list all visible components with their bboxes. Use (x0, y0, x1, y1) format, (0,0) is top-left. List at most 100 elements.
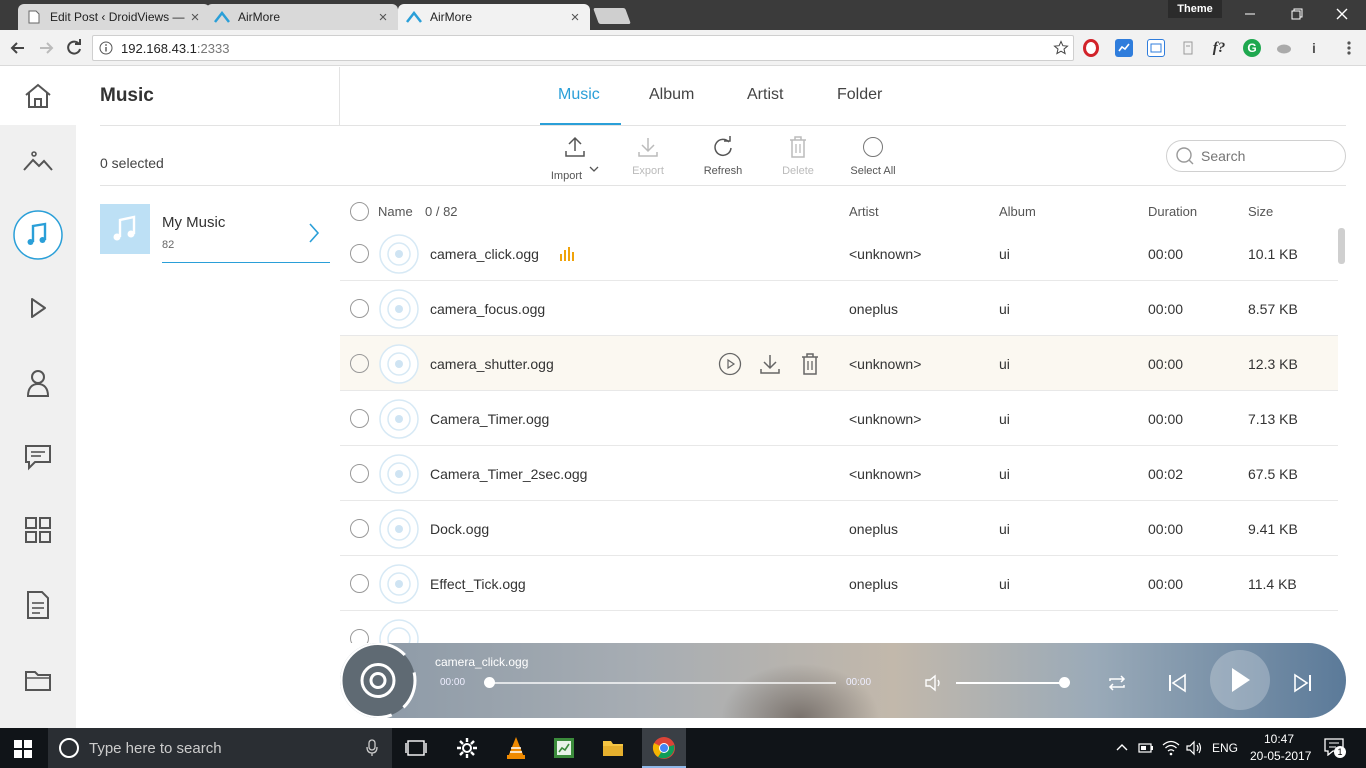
address-input[interactable]: 192.168.43.1:2333 (92, 35, 1074, 61)
repeat-icon[interactable] (1106, 673, 1128, 693)
taskbar-chrome-active[interactable] (642, 728, 686, 768)
my-music-collection[interactable]: My Music 82 (100, 204, 330, 264)
tab-album[interactable]: Album (649, 86, 694, 104)
restore-icon[interactable] (1284, 4, 1308, 24)
minimize-icon[interactable] (1238, 4, 1262, 24)
grammarly-extension-icon[interactable]: G (1243, 39, 1261, 57)
table-row[interactable]: camera_shutter.ogg <unknown> ui 00:00 12… (340, 336, 1338, 391)
search-input[interactable] (1201, 148, 1341, 164)
back-icon[interactable] (8, 38, 28, 58)
close-icon[interactable]: × (376, 9, 390, 26)
sidebar-item-apps[interactable] (0, 501, 76, 559)
chart-extension-icon[interactable] (1115, 39, 1133, 57)
task-view-icon[interactable] (404, 736, 428, 760)
opera-extension-icon[interactable] (1083, 39, 1099, 57)
row-checkbox[interactable] (350, 629, 369, 643)
row-checkbox[interactable] (350, 354, 369, 373)
table-row[interactable]: Effect_Tick.ogg oneplus ui 00:00 11.4 KB (340, 556, 1338, 611)
import-button[interactable]: Import (545, 135, 605, 182)
play-circle-icon[interactable] (718, 352, 742, 376)
previous-track-icon[interactable] (1166, 672, 1188, 694)
battery-icon[interactable] (1138, 741, 1154, 755)
speaker-icon[interactable] (1186, 740, 1204, 756)
table-row[interactable]: Camera_Timer_2sec.ogg <unknown> ui 00:02… (340, 446, 1338, 501)
progress-handle[interactable] (484, 677, 495, 688)
info-icon[interactable] (99, 41, 113, 55)
download-icon[interactable] (758, 352, 782, 376)
search-box[interactable] (1166, 140, 1346, 172)
row-checkbox[interactable] (350, 409, 369, 428)
table-row[interactable]: Camera_Timer.ogg <unknown> ui 00:00 7.13… (340, 391, 1338, 446)
browser-tab-airmore-2[interactable]: AirMore × (398, 4, 590, 30)
sidebar-item-contacts[interactable] (0, 354, 76, 412)
row-checkbox[interactable] (350, 519, 369, 538)
new-tab-button[interactable] (593, 8, 631, 24)
wifi-icon[interactable] (1162, 740, 1180, 756)
sidebar-item-messages[interactable] (0, 428, 76, 486)
bookmark-star-icon[interactable] (1053, 40, 1069, 56)
column-album[interactable]: Album (999, 204, 1036, 219)
export-button[interactable]: Export (618, 135, 678, 177)
chevron-up-icon[interactable] (1116, 742, 1128, 752)
volume-slider[interactable] (956, 682, 1064, 684)
sidebar-item-photos[interactable] (0, 133, 76, 191)
close-icon[interactable]: × (568, 9, 582, 26)
browser-tab-droidviews[interactable]: Edit Post ‹ DroidViews — × (18, 4, 210, 30)
print-extension-icon[interactable] (1179, 39, 1197, 57)
close-icon[interactable]: × (188, 9, 202, 26)
table-row[interactable]: camera_focus.ogg oneplus ui 00:00 8.57 K… (340, 281, 1338, 336)
column-name[interactable]: Name (378, 204, 413, 219)
table-row[interactable]: camera_click.ogg <unknown> ui 00:00 10.1… (340, 226, 1338, 281)
settings-gear-icon[interactable] (455, 736, 479, 760)
volume-icon[interactable] (924, 673, 946, 693)
clock-time[interactable]: 10:47 (1264, 732, 1294, 746)
file-explorer-icon[interactable] (601, 736, 625, 760)
column-duration[interactable]: Duration (1148, 204, 1197, 219)
sidebar-item-home[interactable] (0, 67, 76, 125)
column-artist[interactable]: Artist (849, 204, 879, 219)
sidebar-item-documents[interactable] (0, 576, 76, 634)
language-indicator[interactable]: ENG (1212, 741, 1238, 755)
table-row[interactable]: Dock.ogg oneplus ui 00:00 9.41 KB (340, 501, 1338, 556)
select-all-checkbox[interactable] (350, 202, 369, 221)
forward-icon[interactable] (36, 38, 56, 58)
volume-handle[interactable] (1059, 677, 1070, 688)
track-duration: 00:00 (1148, 521, 1184, 537)
cloud-extension-icon[interactable] (1275, 39, 1293, 57)
tab-music[interactable]: Music (558, 86, 600, 104)
sidebar-item-videos[interactable] (0, 279, 76, 337)
spreadsheet-app-icon[interactable] (552, 736, 576, 760)
formula-extension-icon[interactable]: f? (1210, 39, 1228, 57)
reload-icon[interactable] (64, 38, 84, 58)
row-checkbox[interactable] (350, 244, 369, 263)
vlc-icon[interactable] (504, 736, 528, 760)
progress-bar[interactable] (490, 682, 836, 684)
column-size[interactable]: Size (1248, 204, 1273, 219)
microphone-icon[interactable] (366, 739, 378, 757)
tab-folder[interactable]: Folder (837, 86, 882, 104)
info-extension-icon[interactable]: i (1305, 39, 1323, 57)
trash-icon[interactable] (798, 352, 822, 376)
windows-start-icon[interactable] (14, 740, 32, 758)
menu-kebab-icon[interactable] (1340, 39, 1358, 57)
delete-button[interactable]: Delete (768, 135, 828, 177)
sidebar-item-files[interactable] (0, 651, 76, 709)
select-all-button[interactable]: Select All (843, 135, 903, 177)
sidebar-item-music[interactable] (0, 206, 76, 264)
row-checkbox[interactable] (350, 299, 369, 318)
refresh-button[interactable]: Refresh (693, 135, 753, 177)
clock-date[interactable]: 20-05-2017 (1250, 749, 1311, 763)
taskbar-search[interactable]: Type here to search (48, 728, 392, 768)
play-button[interactable] (1210, 650, 1270, 710)
browser-tab-airmore-1[interactable]: AirMore × (206, 4, 398, 30)
next-track-icon[interactable] (1292, 672, 1314, 694)
reader-extension-icon[interactable] (1147, 39, 1165, 57)
window-close-icon[interactable] (1330, 4, 1354, 24)
notification-center-icon[interactable]: 1 (1324, 738, 1346, 758)
row-checkbox[interactable] (350, 574, 369, 593)
divider (340, 185, 1346, 186)
table-row[interactable] (340, 611, 1338, 643)
row-checkbox[interactable] (350, 464, 369, 483)
scrollbar-thumb[interactable] (1338, 228, 1345, 264)
tab-artist[interactable]: Artist (747, 86, 783, 104)
